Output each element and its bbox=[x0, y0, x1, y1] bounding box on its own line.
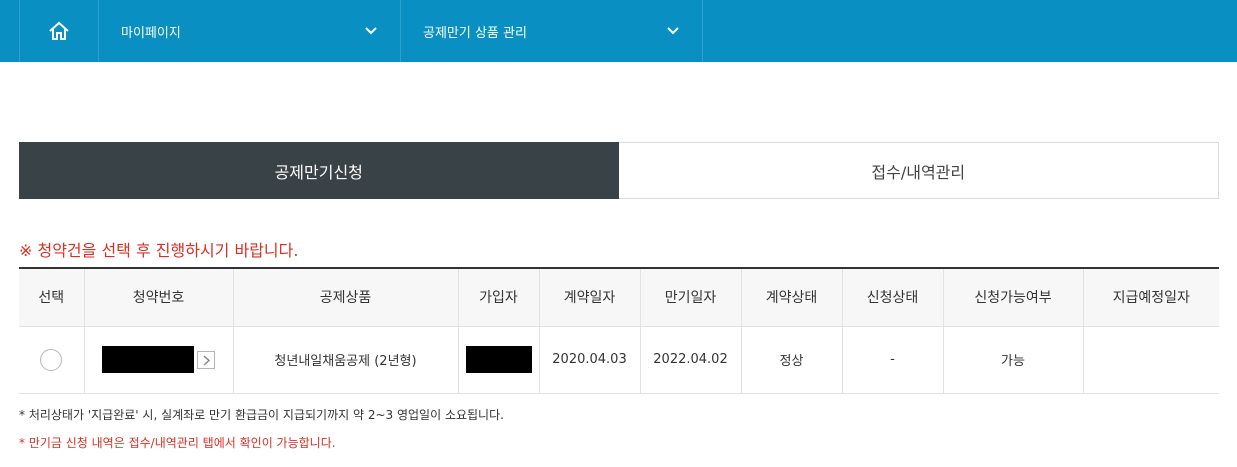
cell-maturity-date: 2022.04.02 bbox=[640, 326, 742, 394]
cell-contract-status: 정상 bbox=[741, 326, 843, 394]
cell-payment-date bbox=[1083, 326, 1219, 394]
home-icon bbox=[49, 21, 69, 40]
chevron-right-icon bbox=[203, 354, 211, 366]
footnote-history: * 만기금 신청 내역은 접수/내역관리 탭에서 확인이 가능합니다. bbox=[19, 436, 336, 450]
cell-select bbox=[19, 326, 85, 394]
col-maturity-date: 만기일자 bbox=[640, 267, 742, 327]
col-contract-date: 계약일자 bbox=[539, 267, 641, 327]
redacted-subscriber bbox=[465, 346, 532, 373]
cell-contract-date: 2020.04.03 bbox=[539, 326, 641, 394]
chevron-down-icon bbox=[667, 27, 679, 35]
table-header-row: 선택 청약번호 공제상품 가입자 계약일자 만기일자 계약상태 신청상태 신청가… bbox=[19, 267, 1219, 327]
nav-dropdown-mypage[interactable]: 마이페이지 bbox=[99, 0, 401, 62]
application-detail-button[interactable] bbox=[197, 350, 215, 369]
nav-dropdown-maturity[interactable]: 공제만기 상품 관리 bbox=[401, 0, 703, 62]
home-button[interactable] bbox=[19, 0, 99, 62]
col-select: 선택 bbox=[19, 267, 85, 327]
redacted-application-no bbox=[102, 346, 194, 373]
col-application-no: 청약번호 bbox=[84, 267, 234, 327]
footnote-processing: * 처리상태가 '지급완료' 시, 실계좌로 만기 환급금이 지급되기까지 약 … bbox=[19, 408, 504, 422]
row-select-radio[interactable] bbox=[40, 348, 63, 371]
contract-table: 선택 청약번호 공제상품 가입자 계약일자 만기일자 계약상태 신청상태 신청가… bbox=[19, 267, 1219, 394]
nav-menu2-label: 공제만기 상품 관리 bbox=[423, 25, 527, 41]
selection-notice: ※ 청약건을 선택 후 진행하시기 바랍니다. bbox=[19, 241, 299, 260]
col-payment-date: 지급예정일자 bbox=[1083, 267, 1219, 327]
tab-maturity-apply[interactable]: 공제만기신청 bbox=[19, 142, 619, 199]
cell-apply-status: - bbox=[842, 326, 944, 394]
cell-product: 청년내일채움공제 (2년형) bbox=[233, 326, 459, 394]
col-product: 공제상품 bbox=[233, 267, 459, 327]
nav-menu1-label: 마이페이지 bbox=[121, 25, 181, 41]
col-availability: 신청가능여부 bbox=[943, 267, 1084, 327]
tab-bar: 공제만기신청 접수/내역관리 bbox=[19, 142, 1219, 199]
table-row: 청년내일채움공제 (2년형) 2020.04.03 2022.04.02 정상 … bbox=[19, 326, 1219, 394]
cell-application-no bbox=[84, 326, 234, 394]
cell-subscriber bbox=[458, 326, 540, 394]
col-subscriber: 가입자 bbox=[458, 267, 540, 327]
top-nav-bar: 마이페이지 공제만기 상품 관리 bbox=[0, 0, 1237, 62]
chevron-down-icon bbox=[365, 27, 377, 35]
col-apply-status: 신청상태 bbox=[842, 267, 944, 327]
col-contract-status: 계약상태 bbox=[741, 267, 843, 327]
tab-history[interactable]: 접수/내역관리 bbox=[618, 142, 1219, 199]
cell-availability: 가능 bbox=[943, 326, 1084, 394]
